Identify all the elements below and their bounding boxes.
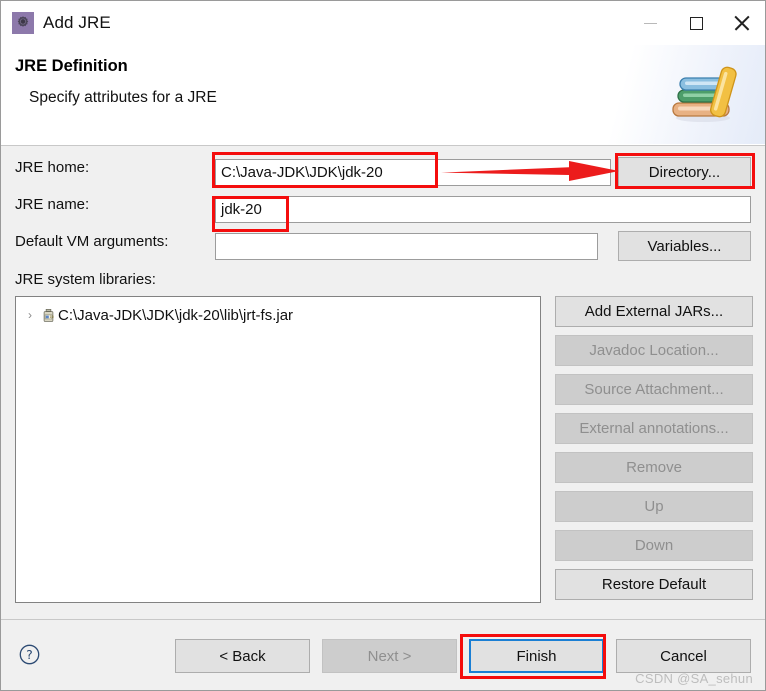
back-button[interactable]: < Back bbox=[175, 639, 310, 673]
jre-home-row: JRE home: C:\Java-JDK\JDK\jdk-20 Directo… bbox=[15, 157, 751, 187]
library-actions: Add External JARs... Javadoc Location...… bbox=[555, 296, 753, 608]
external-annotations-button: External annotations... bbox=[555, 413, 753, 444]
page-title: JRE Definition bbox=[15, 57, 128, 75]
banner: JRE Definition Specify attributes for a … bbox=[1, 45, 765, 146]
gear-icon bbox=[12, 12, 34, 34]
window-title: Add JRE bbox=[43, 13, 111, 32]
chevron-right-icon[interactable]: › bbox=[22, 308, 38, 322]
source-attachment-button: Source Attachment... bbox=[555, 374, 753, 405]
directory-button[interactable]: Directory... bbox=[618, 157, 751, 187]
jre-system-libraries-tree[interactable]: › 10 C:\Java-JDK\JDK\jdk-20\lib\jrt-fs.j… bbox=[15, 296, 541, 603]
remove-button: Remove bbox=[555, 452, 753, 483]
watermark-text: CSDN @SA_sehun bbox=[635, 671, 753, 686]
jre-system-libraries-label: JRE system libraries: bbox=[15, 271, 156, 288]
vm-arguments-row: Default VM arguments: Variables... bbox=[15, 231, 751, 261]
books-stack-image bbox=[672, 66, 737, 122]
javadoc-location-button: Javadoc Location... bbox=[555, 335, 753, 366]
variables-button[interactable]: Variables... bbox=[618, 231, 751, 261]
up-button: Up bbox=[555, 491, 753, 522]
window-controls bbox=[627, 1, 765, 45]
tree-row[interactable]: › 10 C:\Java-JDK\JDK\jdk-20\lib\jrt-fs.j… bbox=[16, 304, 540, 326]
down-button: Down bbox=[555, 530, 753, 561]
annotation-arrow-icon bbox=[441, 161, 619, 181]
svg-text:?: ? bbox=[26, 647, 33, 662]
jre-name-input[interactable]: jdk-20 bbox=[215, 196, 751, 223]
minimize-button[interactable] bbox=[627, 1, 673, 45]
next-button: Next > bbox=[322, 639, 457, 673]
finish-button[interactable]: Finish bbox=[469, 639, 604, 673]
jre-name-label: JRE name: bbox=[15, 196, 90, 213]
wizard-buttons: < Back Next > Finish Cancel bbox=[163, 639, 751, 673]
page-description: Specify attributes for a JRE bbox=[29, 89, 217, 106]
jar-icon-svg: 10 bbox=[43, 308, 53, 322]
gear-icon-svg bbox=[17, 16, 29, 27]
close-button[interactable] bbox=[719, 1, 765, 45]
restore-default-button[interactable]: Restore Default bbox=[555, 569, 753, 600]
svg-text:10: 10 bbox=[49, 315, 53, 319]
dialog-body: JRE home: C:\Java-JDK\JDK\jdk-20 Directo… bbox=[1, 146, 765, 619]
vm-arguments-label: Default VM arguments: bbox=[15, 233, 169, 250]
jre-name-row: JRE name: jdk-20 bbox=[15, 196, 751, 223]
jar-icon: 10 bbox=[38, 308, 58, 323]
add-external-jars-button[interactable]: Add External JARs... bbox=[555, 296, 753, 327]
tree-item-label: C:\Java-JDK\JDK\jdk-20\lib\jrt-fs.jar bbox=[58, 306, 294, 324]
dialog-footer: ? < Back Next > Finish Cancel CSDN @SA_s… bbox=[1, 619, 765, 690]
vm-arguments-input[interactable] bbox=[215, 233, 598, 260]
jre-home-label: JRE home: bbox=[15, 159, 90, 176]
help-question-icon[interactable]: ? bbox=[19, 644, 40, 665]
title-bar: Add JRE bbox=[1, 1, 765, 45]
add-jre-dialog: Add JRE JRE Definition Specify attribute… bbox=[0, 0, 766, 691]
cancel-button[interactable]: Cancel bbox=[616, 639, 751, 673]
maximize-button[interactable] bbox=[673, 1, 719, 45]
